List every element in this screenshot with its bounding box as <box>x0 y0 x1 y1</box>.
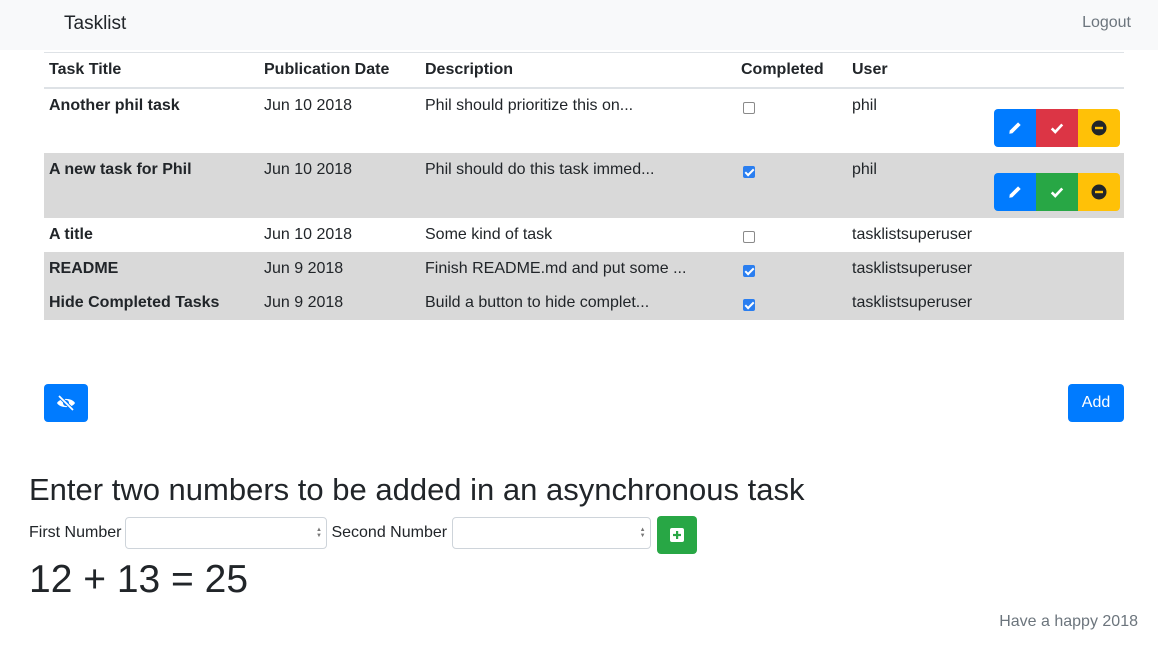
task-date: Jun 10 2018 <box>259 152 420 218</box>
table-row: A new task for Phil Jun 10 2018 Phil sho… <box>44 152 1124 218</box>
task-user: tasklistsuperuser <box>852 225 973 243</box>
task-actions <box>997 218 1124 252</box>
async-add-form: First Number ▲ ▼ Second Number ▲ ▼ <box>29 516 698 554</box>
pencil-icon <box>1009 121 1021 134</box>
pencil-icon <box>1009 185 1021 198</box>
task-date: Jun 9 2018 <box>259 285 420 320</box>
header-description: Description <box>420 52 736 89</box>
task-date: Jun 10 2018 <box>264 96 353 114</box>
header-user: User <box>847 52 997 89</box>
add-task-button[interactable]: Add <box>1068 384 1124 422</box>
complete-button[interactable] <box>1036 108 1078 147</box>
task-description: Phil should prioritize this on... <box>425 96 634 114</box>
first-number-label: First Number <box>29 524 122 541</box>
remove-button[interactable] <box>1078 172 1120 211</box>
table-row: A title Jun 10 2018 Some kind of task ta… <box>44 218 1124 252</box>
first-number-input[interactable]: ▲ ▼ <box>125 517 328 549</box>
async-result: 12 + 13 = 25 <box>29 558 249 601</box>
completed-checkbox[interactable] <box>743 101 755 114</box>
task-completed-cell <box>736 251 847 286</box>
footer-text: Have a happy 2018 <box>999 613 1138 630</box>
complete-button[interactable] <box>1036 172 1078 211</box>
task-user: phil <box>847 152 997 218</box>
header-actions <box>997 52 1124 89</box>
header-task-title: Task Title <box>44 52 259 89</box>
completed-checkbox[interactable] <box>743 298 755 311</box>
table-row: README Jun 9 2018 Finish README.md and p… <box>44 251 1124 286</box>
remove-button[interactable] <box>1078 108 1120 147</box>
action-button-group <box>994 108 1120 147</box>
task-date: Jun 10 2018 <box>264 225 353 243</box>
brand-title[interactable]: Tasklist <box>64 13 126 35</box>
task-actions <box>994 152 1124 218</box>
submit-add-button[interactable] <box>657 516 698 554</box>
task-completed-cell <box>736 285 847 320</box>
second-number-label: Second Number <box>331 524 448 541</box>
task-description: Phil should do this task immed... <box>420 152 736 218</box>
completed-checkbox[interactable] <box>743 230 755 243</box>
plus-square-icon <box>670 528 685 542</box>
table-header-row: Task Title Publication Date Description … <box>44 52 1124 89</box>
check-icon <box>1050 123 1064 134</box>
header-publication-date: Publication Date <box>259 52 420 89</box>
task-description: Build a button to hide complet... <box>420 285 736 320</box>
task-title: A title <box>49 225 93 243</box>
number-spinner-icon[interactable]: ▲ ▼ <box>315 527 322 540</box>
task-title: A new task for Phil <box>44 152 259 218</box>
task-actions <box>994 88 1124 153</box>
task-completed-cell <box>736 152 847 218</box>
action-button-group <box>994 172 1120 211</box>
task-description: Finish README.md and put some ... <box>420 251 736 286</box>
second-number-input[interactable]: ▲ ▼ <box>452 517 652 549</box>
task-title: Hide Completed Tasks <box>44 285 259 320</box>
task-user: tasklistsuperuser <box>847 251 997 286</box>
async-task-heading: Enter two numbers to be added in an asyn… <box>29 472 805 507</box>
task-user: tasklistsuperuser <box>847 285 997 320</box>
task-description: Some kind of task <box>425 225 553 243</box>
task-completed-cell <box>736 218 847 252</box>
minus-circle-icon <box>1091 120 1107 135</box>
task-actions <box>997 285 1124 320</box>
task-title: Another phil task <box>49 96 180 114</box>
logout-link[interactable]: Logout <box>1082 14 1131 32</box>
completed-checkbox[interactable] <box>743 264 755 277</box>
completed-checkbox[interactable] <box>743 165 755 178</box>
table-row: Another phil task Jun 10 2018 Phil shoul… <box>44 88 1124 153</box>
hide-completed-button[interactable] <box>44 384 88 422</box>
task-completed-cell <box>736 88 847 153</box>
task-actions <box>997 251 1124 286</box>
edit-button[interactable] <box>994 172 1036 211</box>
eye-slash-icon <box>57 394 75 412</box>
check-icon <box>1050 187 1064 198</box>
navbar: Tasklist Logout <box>0 0 1158 50</box>
table-row: Hide Completed Tasks Jun 9 2018 Build a … <box>44 285 1124 320</box>
edit-button[interactable] <box>994 108 1036 147</box>
minus-circle-icon <box>1091 184 1107 199</box>
header-completed: Completed <box>736 52 847 89</box>
task-user: phil <box>852 96 877 114</box>
task-title: README <box>44 251 259 286</box>
number-spinner-icon[interactable]: ▲ ▼ <box>639 527 646 540</box>
task-table: Task Title Publication Date Description … <box>44 52 1124 320</box>
task-date: Jun 9 2018 <box>259 251 420 286</box>
